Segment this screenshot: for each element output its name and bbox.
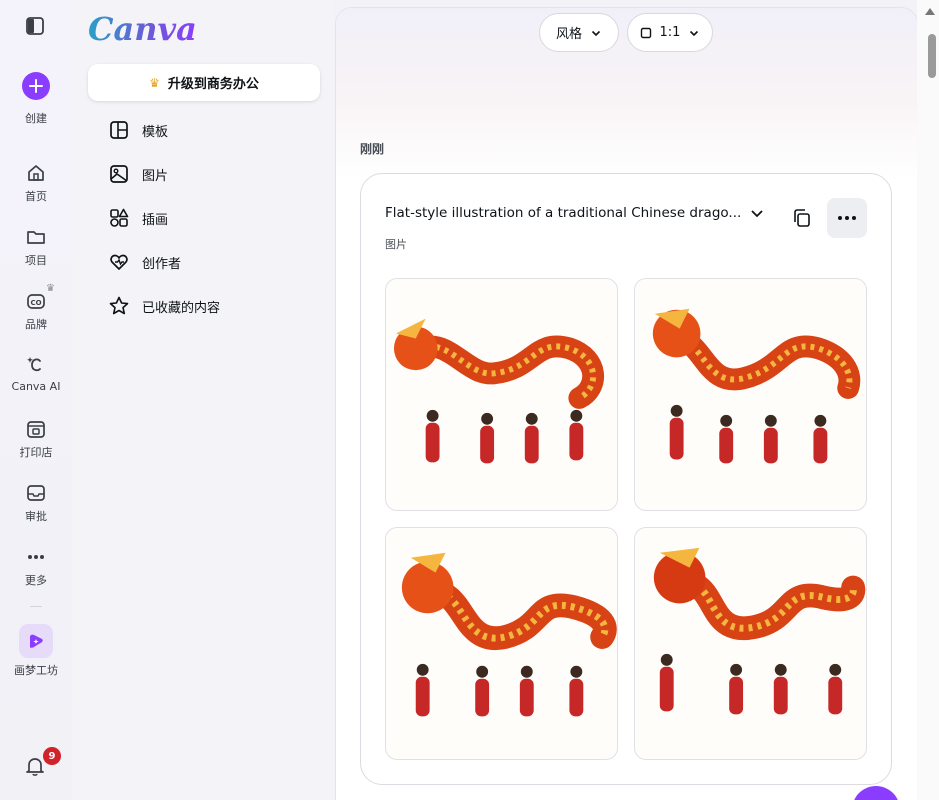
nav-label: 图片 <box>142 168 169 184</box>
copy-icon[interactable] <box>791 207 813 229</box>
rail-item-dream-lab[interactable]: 画梦工坊 <box>0 624 72 678</box>
dot <box>838 216 842 220</box>
brand-icon: CO <box>27 294 45 309</box>
scroll-thumb[interactable] <box>928 34 936 78</box>
generated-image-1[interactable] <box>385 278 618 511</box>
nav-label: 模板 <box>142 124 169 140</box>
sidebar-toggle-icon[interactable] <box>25 16 45 36</box>
generated-image-4[interactable] <box>634 527 867 760</box>
main-canvas: 风格 1:1 刚刚 Flat-style illustration of a t… <box>336 8 917 800</box>
nav-item-favorites[interactable]: 已收藏的内容 <box>108 294 220 318</box>
rail-label: 审批 <box>25 510 47 523</box>
dragon-illustration <box>393 318 604 464</box>
rail-item-projects[interactable]: 项目 <box>0 226 72 268</box>
image-icon <box>110 165 128 183</box>
rail-label: 更多 <box>25 574 47 587</box>
style-label: 风格 <box>555 27 582 42</box>
rail-label: 打印店 <box>19 446 53 459</box>
rail-label: 创建 <box>25 112 47 125</box>
nav-label: 创作者 <box>142 256 182 272</box>
chevron-down-icon <box>591 30 601 36</box>
heart-creator-icon <box>110 254 128 270</box>
nav-label: 已收藏的内容 <box>142 300 221 316</box>
nav-item-images[interactable]: 图片 <box>108 162 168 186</box>
section-title: 刚刚 <box>360 142 385 156</box>
rail-item-print-shop[interactable]: 打印店 <box>0 418 72 460</box>
scroll-up-arrow[interactable] <box>925 8 935 15</box>
home-icon <box>28 165 44 181</box>
rail-label: 首页 <box>25 190 47 203</box>
dream-lab-icon <box>19 624 53 658</box>
dragon-illustration <box>652 308 861 464</box>
more-options-button[interactable] <box>827 198 867 238</box>
rail-label: 品牌 <box>25 318 47 331</box>
dot <box>852 216 856 220</box>
nav-item-creators[interactable]: 创作者 <box>108 250 181 274</box>
style-dropdown[interactable]: 风格 <box>539 13 619 52</box>
upgrade-button[interactable]: ♛ 升级到商务办公 <box>88 64 320 101</box>
plus-icon <box>29 79 43 93</box>
nav-item-illustrations[interactable]: 插画 <box>108 206 168 230</box>
canva-ai-icon <box>27 357 41 372</box>
rail-item-create[interactable]: 创建 <box>0 106 72 126</box>
star-icon <box>109 296 129 315</box>
generated-image-2[interactable] <box>634 278 867 511</box>
canva-logo[interactable]: Canva <box>88 10 197 48</box>
square-ratio-icon <box>640 27 651 38</box>
rail-item-canva-ai[interactable]: Canva AI <box>0 354 72 393</box>
rail-item-brand[interactable]: CO 品牌 <box>0 290 72 332</box>
generated-image-3[interactable] <box>385 527 618 760</box>
crown-icon: ♛ <box>149 75 160 90</box>
create-button[interactable] <box>22 72 50 100</box>
more-dots-icon <box>28 555 44 559</box>
chevron-down-icon[interactable] <box>749 205 765 221</box>
result-type-label: 图片 <box>385 238 407 251</box>
ratio-dropdown[interactable]: 1:1 <box>627 13 713 52</box>
folder-icon <box>27 231 45 244</box>
prompt-text[interactable]: Flat-style illustration of a traditional… <box>385 205 741 221</box>
notification-badge: 9 <box>43 747 61 765</box>
rail-divider <box>30 606 42 607</box>
rail-label: 项目 <box>25 254 47 267</box>
result-card: Flat-style illustration of a traditional… <box>360 173 892 785</box>
dragon-illustration <box>401 552 617 717</box>
dot <box>845 216 849 220</box>
rail-item-more[interactable]: 更多 <box>0 546 72 588</box>
rail-label: Canva AI <box>11 380 61 393</box>
inbox-icon <box>27 485 45 501</box>
rail-item-approvals[interactable]: 审批 <box>0 482 72 524</box>
dragon-illustration <box>653 547 866 715</box>
icon-rail: 创建 首页 项目 ♛ CO 品牌 Canva AI 打印店 审批 更多 画梦工坊… <box>0 0 72 800</box>
chevron-down-icon <box>690 30 699 36</box>
svg-text:CO: CO <box>30 299 41 307</box>
rail-label: 画梦工坊 <box>14 664 58 677</box>
template-icon <box>110 121 128 139</box>
page-scrollbar[interactable] <box>917 0 939 800</box>
ratio-label: 1:1 <box>659 25 681 40</box>
shapes-icon <box>110 208 129 227</box>
nav-item-templates[interactable]: 模板 <box>108 118 168 142</box>
nav-label: 插画 <box>142 212 169 228</box>
upgrade-label: 升级到商务办公 <box>167 77 259 92</box>
print-shop-icon <box>27 421 45 438</box>
secondary-panel: Canva ♛ 升级到商务办公 模板 图片 插画 创作者 已收藏的内容 <box>72 0 334 800</box>
rail-item-home[interactable]: 首页 <box>0 162 72 204</box>
